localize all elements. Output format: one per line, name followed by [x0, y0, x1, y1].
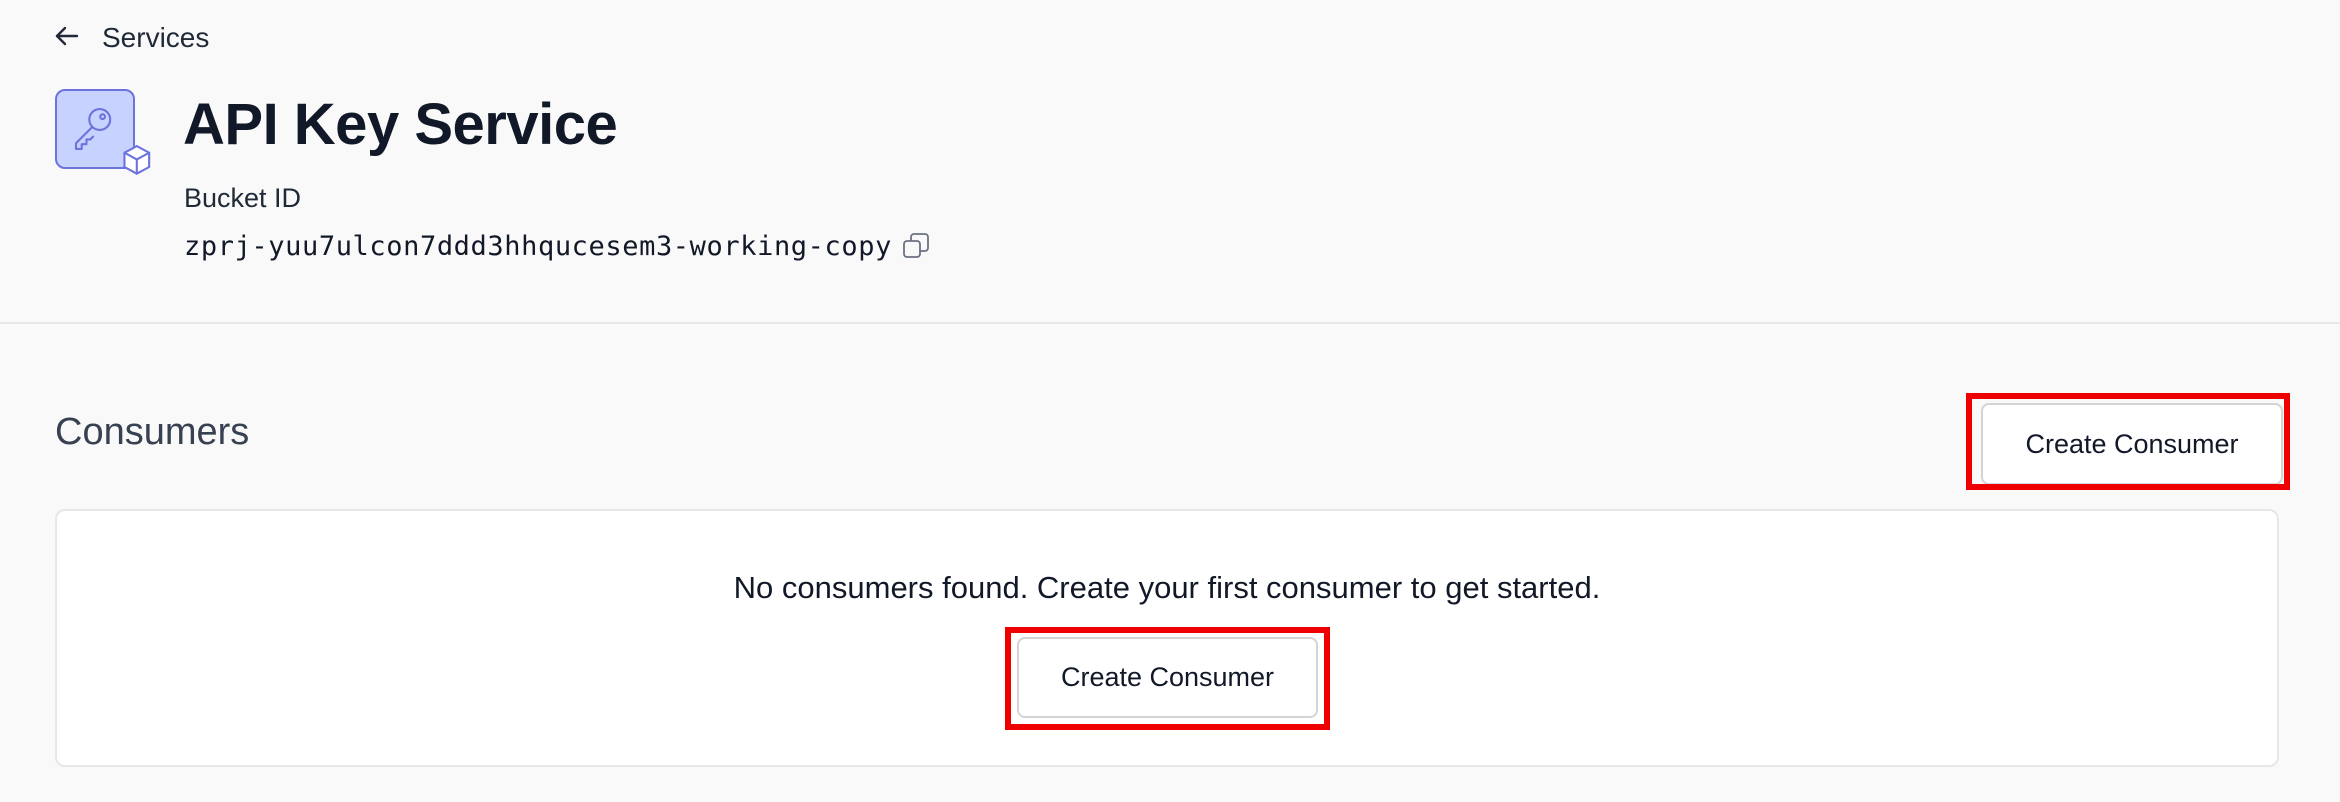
copy-bucket-id-button[interactable]	[900, 230, 932, 262]
bucket-id-row: zprj-yuu7ulcon7ddd3hhqucesem3-working-co…	[184, 228, 932, 264]
page-title: API Key Service	[183, 92, 618, 157]
bucket-id-value: zprj-yuu7ulcon7ddd3hhqucesem3-working-co…	[184, 230, 892, 262]
create-first-consumer-button[interactable]: Create Consumer	[1017, 637, 1318, 718]
empty-state-message: No consumers found. Create your first co…	[733, 570, 1601, 605]
create-consumer-button[interactable]: Create Consumer	[1981, 403, 2283, 485]
back-link-label: Services	[102, 22, 210, 53]
back-to-services-link[interactable]: Services	[52, 18, 209, 58]
key-box-icon	[55, 89, 151, 175]
arrow-left-icon	[52, 21, 82, 56]
header-divider	[0, 322, 2340, 324]
bucket-id-label: Bucket ID	[184, 183, 302, 213]
consumers-section-title: Consumers	[55, 411, 250, 453]
copy-icon	[903, 233, 929, 258]
